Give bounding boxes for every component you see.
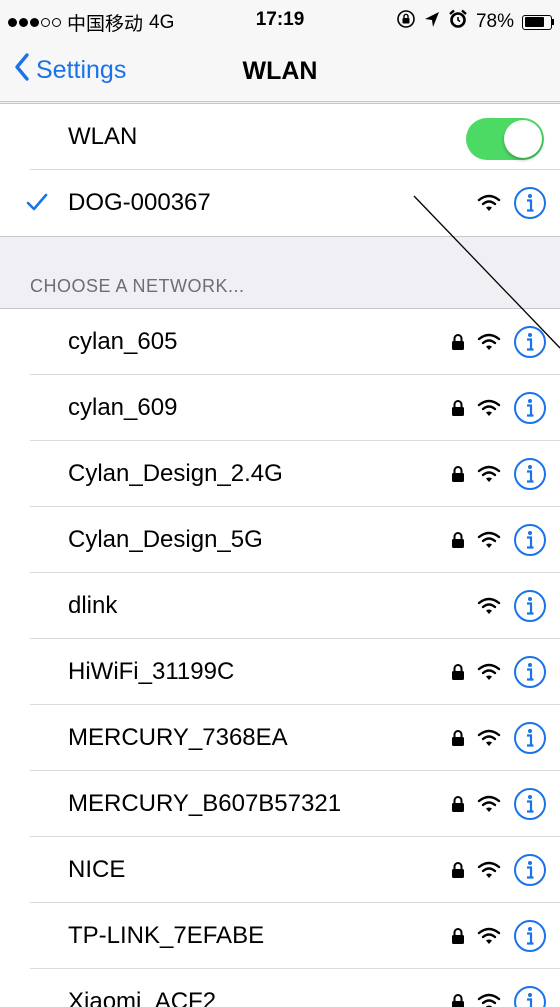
wifi-signal-icon	[474, 193, 504, 213]
network-row[interactable]: Cylan_Design_2.4G	[0, 441, 560, 507]
lock-icon	[446, 663, 470, 681]
wifi-signal-icon	[474, 464, 504, 484]
network-icons	[446, 441, 550, 507]
connected-network-icons	[446, 170, 550, 236]
connected-network-row[interactable]: DOG-000367	[0, 170, 560, 236]
lock-icon	[446, 729, 470, 747]
status-right: 78%	[396, 9, 554, 35]
wlan-settings-screen: 中国移动 4G 17:19 78% Settings WLAN WLAN DOG…	[0, 0, 560, 1007]
wlan-group: WLAN DOG-000367	[0, 103, 560, 237]
connected-network-name: DOG-000367	[68, 189, 211, 216]
lock-icon	[446, 861, 470, 879]
network-icons	[446, 639, 550, 705]
wlan-toggle-switch[interactable]	[466, 118, 544, 160]
network-name: MERCURY_B607B57321	[68, 790, 342, 817]
network-icons	[446, 309, 550, 375]
wlan-toggle-row: WLAN	[0, 104, 560, 170]
navigation-bar: Settings WLAN	[0, 40, 560, 102]
network-name: NICE	[68, 856, 126, 883]
network-name: Cylan_Design_5G	[68, 526, 263, 553]
alarm-icon	[448, 9, 468, 35]
page-title: WLAN	[242, 57, 318, 85]
rotation-lock-icon	[396, 9, 416, 35]
network-icons	[446, 705, 550, 771]
wlan-toggle-label: WLAN	[68, 123, 138, 150]
network-icons	[446, 837, 550, 903]
network-name: Cylan_Design_2.4G	[68, 460, 283, 487]
info-icon[interactable]	[510, 391, 550, 425]
network-row[interactable]: NICE	[0, 837, 560, 903]
network-name: TP-LINK_7EFABE	[68, 922, 265, 949]
info-icon[interactable]	[510, 325, 550, 359]
network-icons	[446, 903, 550, 969]
status-bar: 中国移动 4G 17:19 78%	[0, 0, 560, 40]
info-icon[interactable]	[510, 721, 550, 755]
network-icons	[446, 771, 550, 837]
toggle-knob	[504, 120, 542, 158]
network-row[interactable]: MERCURY_B607B57321	[0, 771, 560, 837]
info-icon[interactable]	[510, 787, 550, 821]
network-icons	[446, 375, 550, 441]
choose-network-header: CHOOSE A NETWORK...	[30, 276, 245, 296]
info-icon[interactable]	[510, 853, 550, 887]
wifi-signal-icon	[474, 728, 504, 748]
network-icons	[446, 969, 550, 1007]
network-row[interactable]: dlink	[0, 573, 560, 639]
network-name: HiWiFi_31199C	[68, 658, 235, 685]
lock-icon	[446, 927, 470, 945]
network-name: cylan_609	[68, 394, 178, 421]
checkmark-icon	[26, 192, 48, 217]
lock-icon	[446, 465, 470, 483]
lock-icon	[446, 333, 470, 351]
info-icon[interactable]	[510, 985, 550, 1007]
info-icon[interactable]	[510, 589, 550, 623]
network-name: cylan_605	[68, 328, 178, 355]
network-name: MERCURY_7368EA	[68, 724, 288, 751]
wifi-signal-icon	[474, 662, 504, 682]
network-list: cylan_605 cylan_609 Cylan_Design_2.4G Cylan…	[0, 308, 560, 1007]
battery-icon	[522, 14, 554, 30]
network-name: Xiaomi_ACF2	[68, 988, 217, 1007]
info-icon[interactable]	[510, 186, 550, 220]
info-icon[interactable]	[510, 919, 550, 953]
info-icon[interactable]	[510, 523, 550, 557]
battery-percent: 78%	[475, 11, 514, 32]
lock-icon	[446, 399, 470, 417]
network-row[interactable]: TP-LINK_7EFABE	[0, 903, 560, 969]
network-row[interactable]: MERCURY_7368EA	[0, 705, 560, 771]
info-icon[interactable]	[510, 655, 550, 689]
network-row[interactable]: Cylan_Design_5G	[0, 507, 560, 573]
network-row[interactable]: Xiaomi_ACF2	[0, 969, 560, 1007]
info-icon[interactable]	[510, 457, 550, 491]
network-row[interactable]: cylan_605	[0, 309, 560, 375]
wifi-signal-icon	[474, 530, 504, 550]
network-row[interactable]: HiWiFi_31199C	[0, 639, 560, 705]
wifi-signal-icon	[474, 794, 504, 814]
wifi-signal-icon	[474, 398, 504, 418]
network-name: dlink	[68, 592, 118, 619]
network-icons	[446, 573, 550, 639]
lock-icon	[446, 795, 470, 813]
location-icon	[424, 10, 440, 34]
wifi-signal-icon	[474, 992, 504, 1007]
lock-icon	[446, 531, 470, 549]
network-icons	[446, 507, 550, 573]
wifi-signal-icon	[474, 860, 504, 880]
wifi-signal-icon	[474, 926, 504, 946]
network-row[interactable]: cylan_609	[0, 375, 560, 441]
wifi-signal-icon	[474, 596, 504, 616]
lock-icon	[446, 993, 470, 1007]
wifi-signal-icon	[474, 332, 504, 352]
